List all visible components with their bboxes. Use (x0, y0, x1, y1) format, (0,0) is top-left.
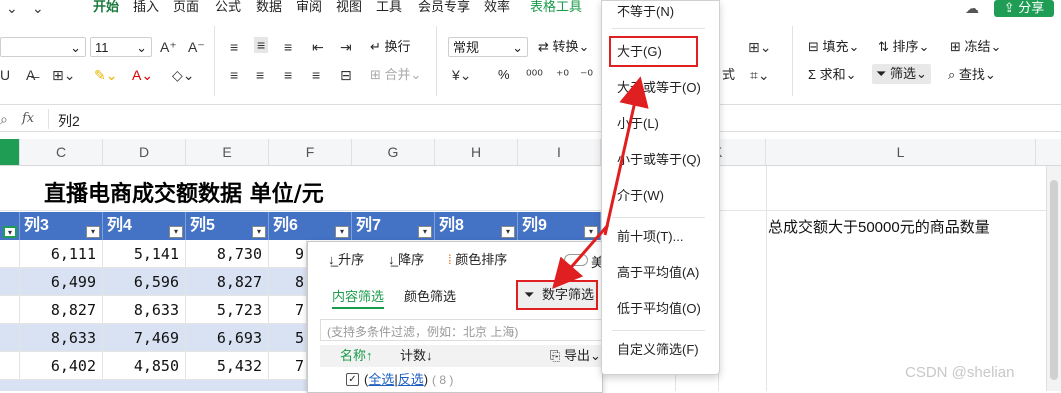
arrow-to-greater-than (603, 76, 649, 236)
annotation-arrows (552, 76, 649, 290)
arrow-to-number-filter (552, 224, 610, 290)
watermark: CSDN @shelian (905, 364, 1015, 381)
